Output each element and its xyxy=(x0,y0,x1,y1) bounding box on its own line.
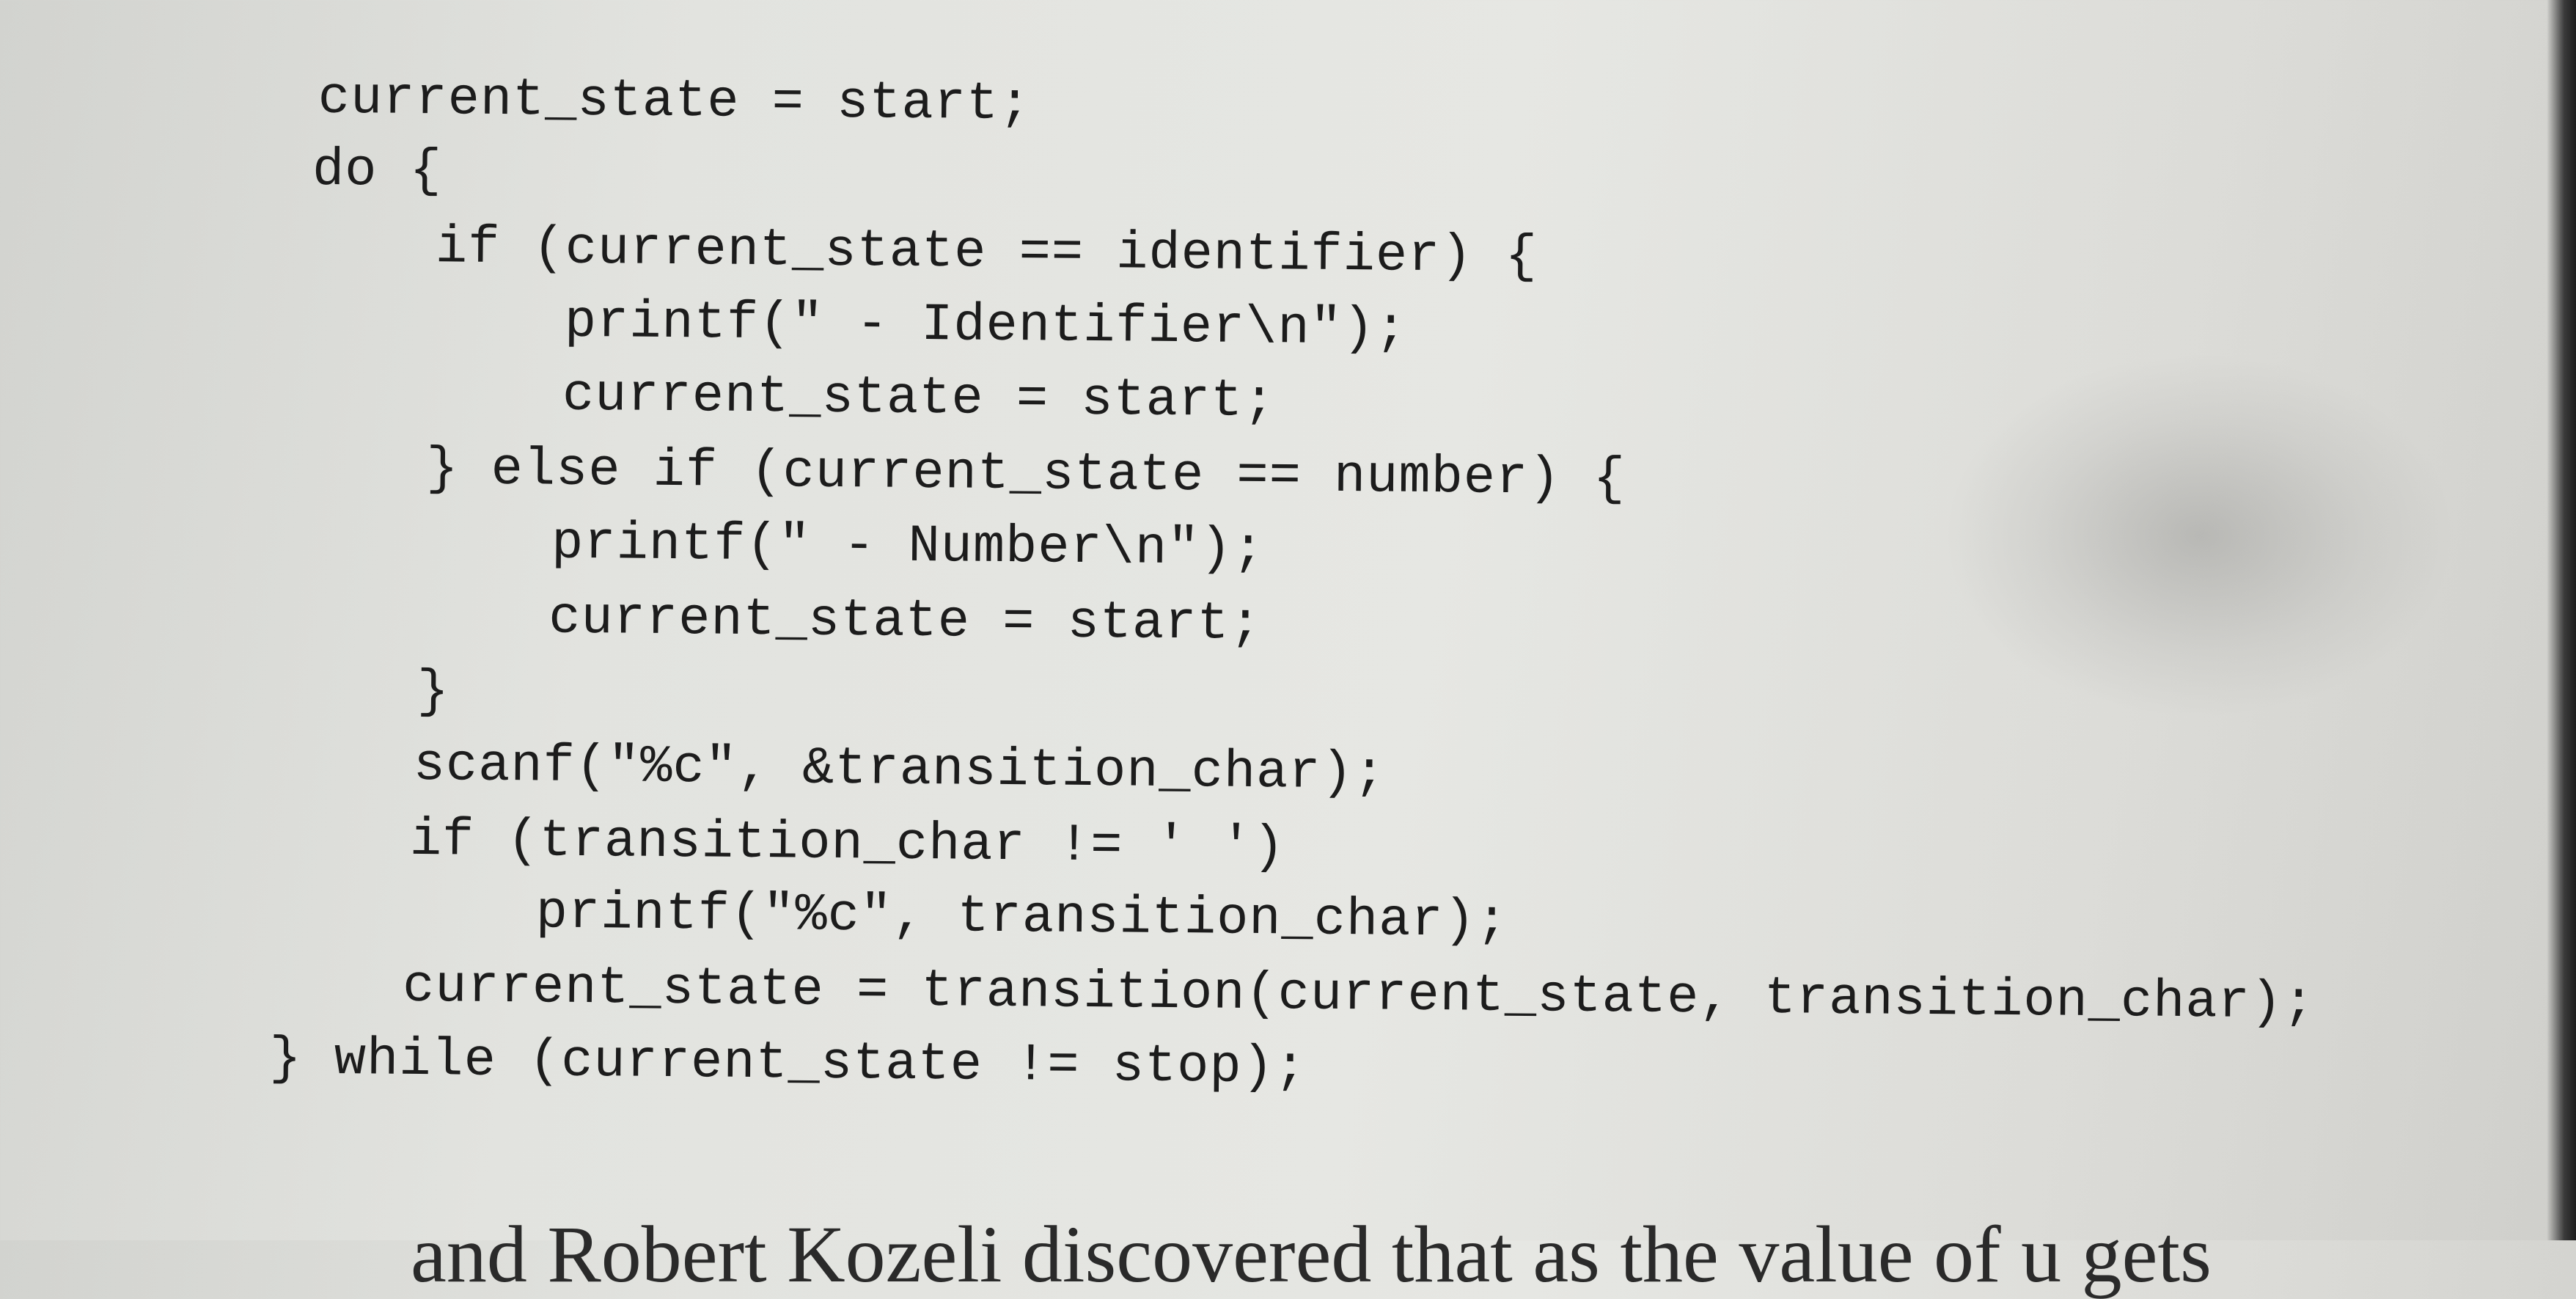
code-line-1: current_state = start; xyxy=(318,67,1032,135)
page-edge xyxy=(2547,0,2576,1240)
code-line-8: current_state = start; xyxy=(289,585,1263,655)
code-line-11: if (transition_char != ' ') xyxy=(279,808,1285,878)
code-line-6: } else if (current_state == number) { xyxy=(296,437,1626,510)
code-line-3: if (current_state == identifier) { xyxy=(305,216,1538,288)
code-line-9: } xyxy=(287,660,450,722)
code-line-4: printf(" - Identifier\n"); xyxy=(304,289,1408,359)
code-line-2: do { xyxy=(312,139,443,202)
code-line-14: } while (current_state != stop); xyxy=(269,1028,1307,1098)
code-line-7: printf(" - Number\n"); xyxy=(292,511,1266,580)
code-line-5: current_state = start; xyxy=(302,362,1276,432)
code-line-12: printf("%c", transition_char); xyxy=(276,880,1509,951)
body-text-partial-line: and Robert Kozeli discovered that as the… xyxy=(411,1210,2212,1299)
code-listing: current_state = start; do { if (current_… xyxy=(0,0,2576,1167)
code-line-13: current_state = transition(current_state… xyxy=(272,955,2316,1033)
code-line-10: scanf("%c", &transition_char); xyxy=(283,733,1387,804)
